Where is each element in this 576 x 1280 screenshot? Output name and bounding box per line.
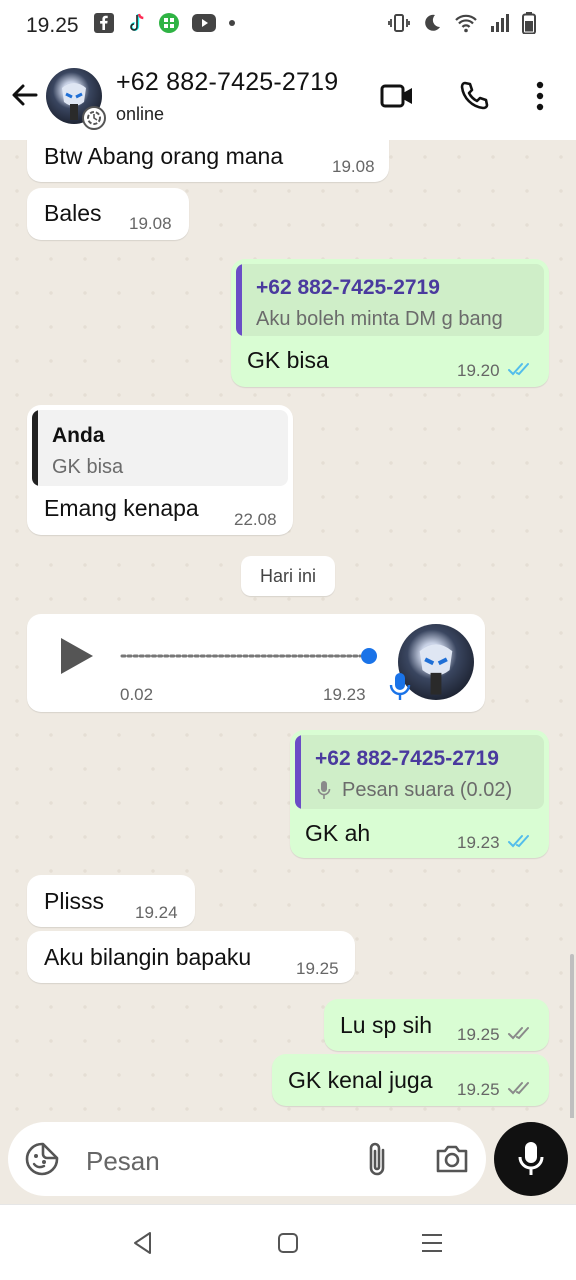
message-time: 22.08: [234, 510, 277, 529]
message-outgoing[interactable]: +62 882-7425-2719 Aku boleh minta DM g b…: [231, 259, 549, 387]
delivered-ticks-icon: [508, 1082, 529, 1095]
quoted-message[interactable]: +62 882-7425-2719 Pesan suara (0.02): [295, 735, 544, 809]
nav-home-icon[interactable]: [277, 1232, 299, 1254]
message-text: Lu sp sih: [340, 1012, 433, 1038]
notification-icons: [94, 12, 236, 34]
mic-badge-icon: [389, 673, 411, 700]
contact-name[interactable]: +62 882-7425-2719: [116, 68, 338, 97]
composer-bar: Pesan: [0, 1118, 576, 1204]
scrollbar[interactable]: [570, 954, 574, 1118]
chat-area[interactable]: Btw Abang orang mana 19.08 Bales 19.08 +…: [0, 140, 576, 1118]
message-incoming[interactable]: Aku bilangin bapaku 19.25: [27, 931, 355, 983]
video-call-icon[interactable]: [380, 82, 414, 110]
message-text: Bales: [44, 200, 102, 226]
message-time: 19.08: [129, 214, 172, 233]
quote-bar: [295, 735, 301, 809]
message-incoming[interactable]: Anda GK bisa Emang kenapa 22.08: [27, 405, 293, 535]
message-text: Plisss: [44, 888, 105, 914]
quote-bar: [236, 264, 242, 336]
voice-duration: 0.02: [120, 685, 154, 704]
message-text: Aku bilangin bapaku: [44, 944, 252, 970]
message-text: GK kenal juga: [288, 1067, 433, 1093]
vibrate-icon: [388, 14, 410, 32]
facebook-icon: [94, 13, 114, 33]
back-arrow-icon[interactable]: [10, 80, 40, 110]
mic-icon: [518, 1142, 544, 1175]
sticker-emoji-icon[interactable]: [24, 1141, 60, 1177]
status-time: 19.25: [26, 14, 79, 37]
message-time: 19.25: [457, 1025, 500, 1044]
message-time: 19.23: [457, 833, 500, 852]
play-icon[interactable]: [59, 636, 95, 676]
wifi-icon: [455, 14, 477, 33]
message-time: 19.08: [332, 157, 375, 176]
tiktok-icon: [130, 13, 144, 31]
status-ring-icon: [82, 106, 106, 130]
message-incoming[interactable]: Bales 19.08: [27, 188, 189, 240]
message-incoming[interactable]: Plisss 19.24: [27, 875, 195, 927]
moon-icon: [425, 14, 440, 31]
quote-sender: Anda: [52, 424, 105, 447]
dot-icon: [229, 20, 235, 26]
quoted-message[interactable]: +62 882-7425-2719 Aku boleh minta DM g b…: [236, 264, 544, 336]
message-text: GK ah: [305, 820, 371, 846]
message-time: 19.23: [323, 685, 366, 704]
quote-sender: +62 882-7425-2719: [315, 747, 499, 770]
app-icon: [159, 13, 179, 33]
message-input[interactable]: Pesan: [8, 1122, 486, 1196]
read-ticks-icon: [508, 835, 529, 848]
message-text: Emang kenapa: [44, 495, 199, 521]
quote-sender: +62 882-7425-2719: [256, 276, 440, 299]
date-divider: Hari ini: [241, 556, 335, 596]
message-outgoing[interactable]: +62 882-7425-2719 Pesan suara (0.02) GK …: [290, 730, 549, 858]
more-options-icon[interactable]: [532, 80, 548, 112]
youtube-icon: [192, 14, 216, 32]
quote-bar: [32, 410, 38, 486]
message-time: 19.20: [457, 361, 500, 380]
message-text: GK bisa: [247, 347, 329, 373]
waveform-progress[interactable]: [120, 648, 382, 664]
quote-text: Pesan suara (0.02): [342, 779, 513, 801]
status-bar: 19.25: [0, 0, 576, 52]
quote-text: Aku boleh minta DM g bang: [256, 308, 503, 330]
chat-header: +62 882-7425-2719 online: [0, 52, 576, 140]
signal-icon: [491, 14, 509, 32]
phone-call-icon[interactable]: [458, 80, 490, 112]
battery-icon: [522, 12, 536, 34]
delivered-ticks-icon: [508, 1027, 529, 1040]
message-time: 19.24: [135, 903, 178, 922]
message-incoming[interactable]: Btw Abang orang mana 19.08: [27, 140, 389, 182]
input-placeholder: Pesan: [86, 1146, 160, 1176]
read-ticks-icon: [508, 363, 529, 376]
message-text: Btw Abang orang mana: [44, 143, 284, 169]
quoted-message[interactable]: Anda GK bisa: [32, 410, 288, 486]
message-time: 19.25: [296, 959, 339, 978]
nav-back-icon[interactable]: [131, 1231, 155, 1255]
nav-recents-icon[interactable]: [420, 1232, 444, 1254]
mic-icon: [317, 781, 331, 799]
voice-record-button[interactable]: [494, 1122, 568, 1196]
message-outgoing[interactable]: GK kenal juga 19.25: [272, 1054, 549, 1106]
attach-icon[interactable]: [366, 1140, 390, 1178]
voice-message[interactable]: 0.02 19.23: [27, 614, 485, 712]
message-time: 19.25: [457, 1080, 500, 1099]
system-icons: [388, 12, 536, 34]
quote-text: GK bisa: [52, 456, 124, 478]
system-navigation-bar: [0, 1204, 576, 1280]
message-outgoing[interactable]: Lu sp sih 19.25: [324, 999, 549, 1051]
camera-icon[interactable]: [434, 1143, 470, 1175]
date-divider-label: Hari ini: [259, 566, 316, 586]
contact-status: online: [116, 104, 165, 124]
